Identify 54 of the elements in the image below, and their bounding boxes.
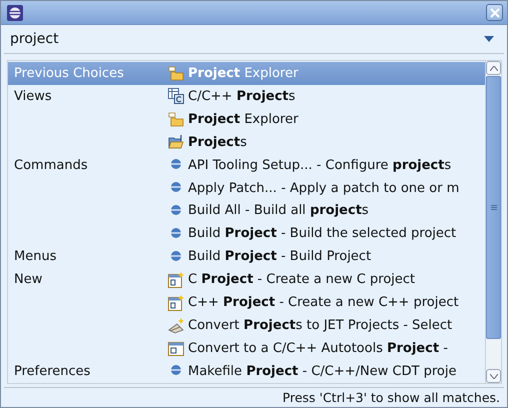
list-item[interactable]: Apply Patch... - Apply a patch to one or m [8, 176, 485, 200]
new-file-icon [168, 272, 184, 288]
list-item[interactable]: Preferences Makefile Project - C/C++/New CDT proje [8, 360, 485, 383]
list-item[interactable]: Project Explorer [8, 108, 485, 131]
grip-icon [490, 205, 496, 210]
item-label: API Tooling Setup... - Configure projects [188, 158, 452, 173]
item-label: Project Explorer [188, 66, 298, 81]
list-item[interactable]: Build All - Build all projects [8, 200, 485, 222]
caret-down-icon [490, 374, 498, 378]
app-icon [7, 4, 23, 20]
scrollbar[interactable] [485, 61, 501, 383]
item-label: Build Project - Build the selected project [188, 226, 456, 242]
item-label: Apply Patch... - Apply a patch to one or m [188, 180, 460, 196]
category-label: Menus [13, 249, 58, 264]
item-label: C/C++ Projects [188, 88, 296, 104]
list-item[interactable]: Build Project - Build the selected project [8, 222, 485, 246]
scroll-up-button[interactable] [486, 61, 501, 75]
item-label: Convert to a C/C++ Autotools Project - [188, 341, 448, 356]
item-label: Build Project - Build Project [188, 249, 372, 264]
window-icon [168, 88, 184, 104]
close-icon [490, 8, 500, 18]
scroll-down-button[interactable] [486, 369, 501, 383]
category-label: Preferences [13, 364, 92, 379]
status-text: Press 'Ctrl+3' to show all matches. [282, 390, 500, 405]
list-item[interactable]: New C Project - Create a new C project [8, 268, 485, 292]
new-file-icon [168, 294, 184, 311]
category-label: New [13, 272, 44, 288]
list-item[interactable]: Projects [8, 130, 485, 154]
folder-icon [168, 65, 184, 82]
category-label: Views [13, 88, 53, 104]
item-label: Build All - Build all projects [188, 203, 369, 218]
open-folder-icon [168, 134, 184, 150]
search-field[interactable]: project [10, 31, 310, 47]
dropdown-icon [484, 36, 494, 42]
list-item[interactable]: Views C/C++ Projects [8, 84, 485, 108]
category-label: Previous Choices [13, 66, 125, 81]
item-label: Project Explorer [188, 112, 298, 127]
category-label: Commands [13, 158, 89, 173]
close-button[interactable] [486, 4, 503, 21]
window-icon [168, 340, 184, 357]
item-label: C Project - Create a new C project [188, 272, 416, 288]
item-label: C++ Project - Create a new C++ project [188, 295, 459, 310]
list-item[interactable]: C++ Project - Create a new C++ project [8, 291, 485, 314]
caret-up-icon [490, 66, 498, 70]
item-label: Convert Projects to JET Projects - Select [188, 318, 452, 334]
list-item[interactable]: Convert to a C/C++ Autotools Project - [8, 337, 485, 360]
item-label: Makefile Project - C/C++/New CDT proje [188, 364, 456, 379]
list-item[interactable]: Menus Build Project - Build Project [8, 245, 485, 268]
wand-icon [168, 318, 184, 334]
folder-icon [168, 111, 184, 128]
list-item[interactable]: Commands API Tooling Setup... - Configure projects [8, 154, 485, 177]
item-label: Projects [188, 134, 247, 150]
scroll-thumb[interactable] [486, 76, 501, 339]
list-item[interactable]: Convert Projects to JET Projects - Select [8, 314, 485, 338]
